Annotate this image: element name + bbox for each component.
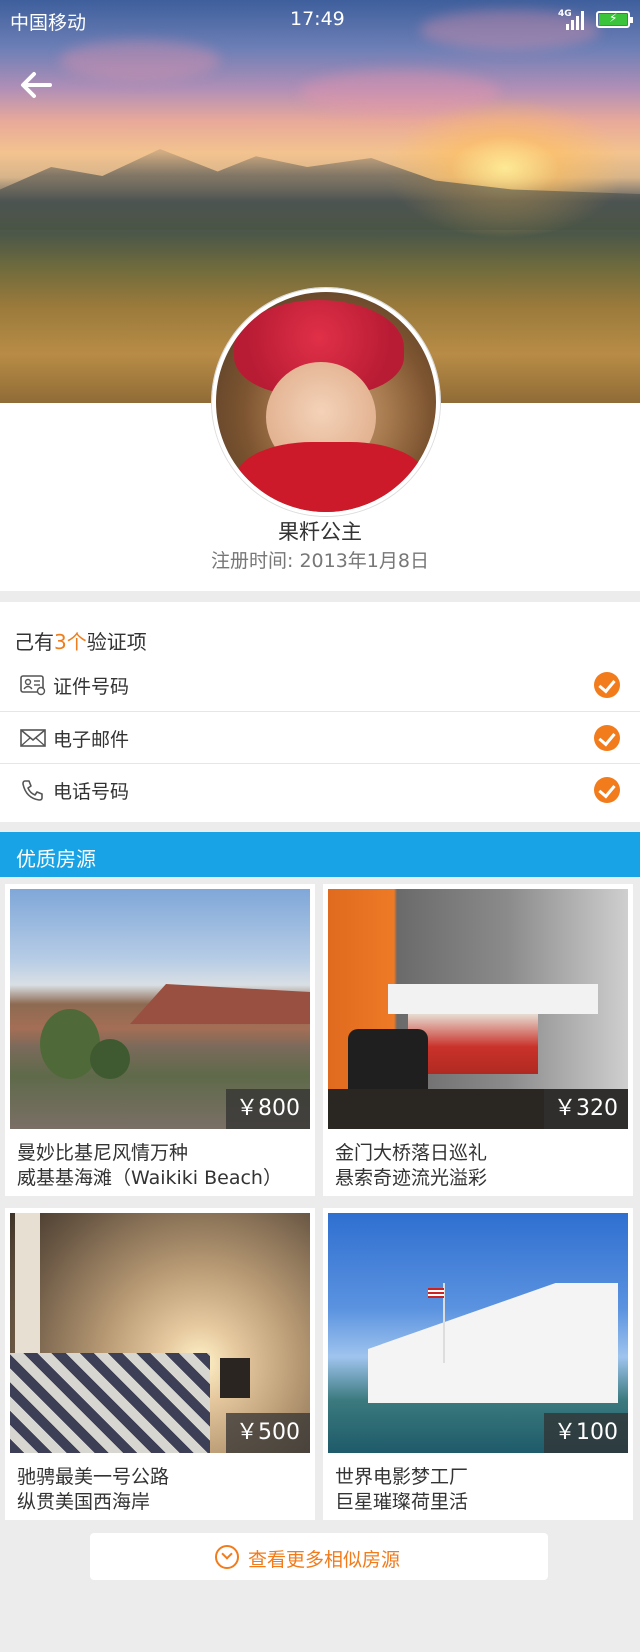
carrier-label: 中国移动 (10, 12, 87, 34)
user-name: 果粁公主 (278, 520, 362, 544)
cover-mountains (0, 149, 640, 230)
verification-item-phone[interactable]: 电话号码 (0, 763, 640, 815)
listing-subtitle: 巨星璀璨荷里活 (335, 1491, 469, 1513)
price-badge: ￥100 (544, 1413, 628, 1453)
avatar[interactable] (212, 288, 440, 516)
section-title: 优质房源 (16, 847, 96, 871)
cover-cloud (60, 40, 220, 80)
listing-subtitle: 纵贯美国西海岸 (17, 1491, 151, 1513)
chevron-down-icon (215, 1545, 239, 1569)
section-header-listings: 优质房源 (0, 832, 640, 877)
listing-card[interactable]: ￥500 驰骋最美一号公路 纵贯美国西海岸 (5, 1208, 315, 1520)
check-icon (594, 725, 620, 751)
arrow-left-icon (21, 72, 52, 98)
listing-title: 金门大桥落日巡礼 (335, 1142, 488, 1164)
registration-date: 注册时间: 2013年1月8日 (211, 550, 429, 572)
price-badge: ￥320 (544, 1089, 628, 1129)
listing-subtitle: 悬索奇迹流光溢彩 (335, 1167, 488, 1189)
listing-card[interactable]: ￥320 金门大桥落日巡礼 悬索奇迹流光溢彩 (323, 884, 633, 1196)
verification-label: 证件号码 (53, 676, 130, 698)
verification-panel: 己有3个验证项 证件号码 电子邮件 电话号码 (0, 602, 640, 822)
more-listings-button[interactable]: 查看更多相似房源 (90, 1533, 548, 1580)
mail-icon (20, 729, 46, 747)
verification-item-email[interactable]: 电子邮件 (0, 711, 640, 763)
listing-title: 曼妙比基尼风情万种 (17, 1142, 189, 1164)
avatar-scarf (236, 442, 426, 512)
clock: 17:49 (290, 8, 345, 30)
listing-title: 世界电影梦工厂 (335, 1466, 469, 1488)
phone-icon (22, 780, 43, 801)
price-badge: ￥800 (226, 1089, 310, 1129)
check-icon (594, 672, 620, 698)
signal-icon (566, 10, 586, 30)
battery-icon: ⚡ (596, 11, 633, 28)
verification-title: 己有3个验证项 (14, 630, 147, 654)
verification-label: 电话号码 (53, 781, 130, 803)
id-card-icon (20, 675, 46, 696)
listing-card[interactable]: ￥800 曼妙比基尼风情万种 威基基海滩（Waikiki Beach） (5, 884, 315, 1196)
price-badge: ￥500 (226, 1413, 310, 1453)
verification-label: 电子邮件 (53, 729, 130, 751)
listing-title: 驰骋最美一号公路 (17, 1466, 170, 1488)
verification-count: 3个 (54, 630, 87, 654)
more-listings-label: 查看更多相似房源 (248, 1549, 401, 1571)
listing-card[interactable]: ￥100 世界电影梦工厂 巨星璀璨荷里活 (323, 1208, 633, 1520)
listing-subtitle: 威基基海滩（Waikiki Beach） (17, 1167, 282, 1189)
back-button[interactable] (18, 70, 54, 100)
verification-item-id[interactable]: 证件号码 (0, 659, 640, 711)
status-bar: 中国移动 17:49 4G ⚡ (0, 0, 640, 40)
cover-cloud (300, 70, 500, 115)
check-icon (594, 777, 620, 803)
